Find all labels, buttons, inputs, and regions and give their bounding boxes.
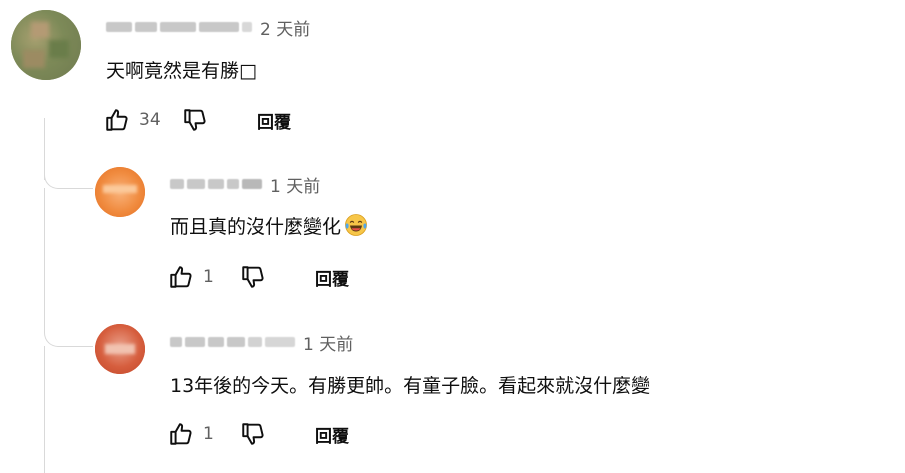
comment-meta: 1 天前	[170, 331, 354, 355]
comment-actions: 34 回覆	[103, 105, 291, 135]
author-name-blurred[interactable]	[170, 337, 295, 347]
author-name-blurred[interactable]	[170, 179, 262, 189]
comment-actions: 1 回覆	[167, 262, 349, 292]
comment-text: 13年後的今天。有勝更帥。有童子臉。看起來就沒什麼變	[170, 375, 651, 397]
thread-line	[44, 346, 45, 473]
avatar[interactable]	[95, 167, 145, 217]
thumbs-up-icon[interactable]	[167, 420, 195, 448]
reply-button[interactable]: 回覆	[257, 108, 291, 133]
thumbs-down-icon[interactable]	[239, 263, 267, 291]
comment-text-content: 而且真的沒什麼變化	[170, 216, 342, 238]
reply-button[interactable]: 回覆	[315, 265, 349, 290]
comment-meta: 1 天前	[170, 173, 321, 197]
comment-timestamp: 1 天前	[270, 176, 321, 197]
comment-timestamp: 1 天前	[303, 334, 354, 355]
laughing-tears-emoji	[345, 214, 367, 236]
comment-text: 天啊竟然是有勝□	[106, 60, 257, 82]
thread-connector	[44, 320, 93, 347]
comment-actions: 1 回覆	[167, 419, 349, 449]
thread-line	[44, 188, 45, 328]
comment-text: 而且真的沒什麼變化	[170, 212, 368, 239]
like-count: 34	[139, 110, 161, 130]
thumbs-down-icon[interactable]	[239, 420, 267, 448]
avatar[interactable]	[11, 10, 81, 80]
comment-thread: 2 天前 天啊竟然是有勝□ 34 回覆 1 天前 而且真的沒什麼變化 1 回覆 …	[0, 0, 905, 473]
comment-timestamp: 2 天前	[260, 19, 311, 40]
author-name-blurred[interactable]	[106, 22, 252, 32]
thumbs-up-icon[interactable]	[167, 263, 195, 291]
reply-button[interactable]: 回覆	[315, 422, 349, 447]
thumbs-up-icon[interactable]	[103, 106, 131, 134]
comment-meta: 2 天前	[106, 16, 311, 40]
like-count: 1	[203, 424, 214, 444]
avatar[interactable]	[95, 324, 145, 374]
thread-connector	[44, 160, 93, 189]
thumbs-down-icon[interactable]	[181, 106, 209, 134]
like-count: 1	[203, 267, 214, 287]
